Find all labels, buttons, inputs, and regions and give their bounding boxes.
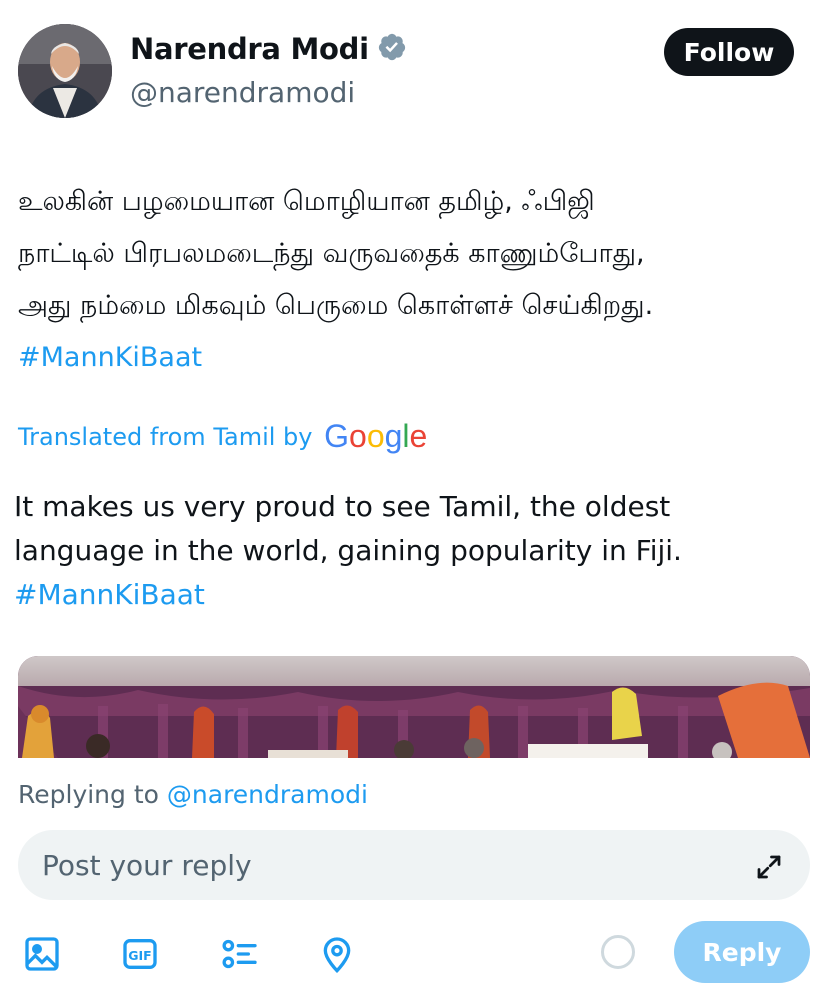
author-handle[interactable]: @narendramodi — [130, 76, 355, 109]
translation-line: language in the world, gaining popularit… — [14, 534, 682, 567]
tweet-text-translation: It makes us very proud to see Tamil, the… — [14, 485, 814, 617]
tweet-line: உலகின் பழமையான மொழியான தமிழ், ஃபிஜி — [18, 186, 595, 217]
tweet-header: Narendra Modi @narendramodi Follow — [0, 0, 828, 140]
translation-attribution[interactable]: Translated from Tamil by Google — [18, 418, 427, 458]
replying-to-handle[interactable]: @narendramodi — [167, 780, 368, 809]
expand-icon[interactable] — [754, 852, 784, 882]
image-icon[interactable] — [22, 934, 62, 974]
tweet-media-image[interactable] — [18, 656, 810, 758]
reply-button[interactable]: Reply — [674, 921, 810, 983]
character-counter — [601, 935, 635, 969]
tweet-line: நாட்டில் பிரபலமடைந்து வருவதைக் காணும்போத… — [18, 238, 645, 269]
reply-composer: Replying to @narendramodi Post your repl… — [0, 758, 828, 1004]
author-avatar[interactable] — [18, 24, 112, 118]
author-name[interactable]: Narendra Modi — [130, 32, 407, 66]
tweet-text-tamil: உலகின் பழமையான மொழியான தமிழ், ஃபிஜி நாட்… — [18, 176, 818, 384]
follow-button[interactable]: Follow — [664, 28, 794, 76]
svg-text:GIF: GIF — [128, 948, 151, 963]
hashtag-link[interactable]: #MannKiBaat — [14, 573, 814, 617]
gif-icon[interactable]: GIF — [120, 934, 160, 974]
translation-line: It makes us very proud to see Tamil, the… — [14, 490, 671, 523]
location-icon[interactable] — [317, 934, 357, 974]
poll-icon[interactable] — [220, 934, 260, 974]
google-logo: Google — [324, 418, 428, 454]
tweet-line: அது நம்மை மிகவும் பெருமை கொள்ளச் செய்கிற… — [18, 290, 654, 321]
reply-placeholder: Post your reply — [42, 849, 252, 882]
reply-input[interactable]: Post your reply — [18, 830, 810, 900]
verified-badge-icon — [378, 33, 405, 61]
replying-to: Replying to @narendramodi — [18, 780, 368, 809]
hashtag-link[interactable]: #MannKiBaat — [18, 332, 818, 384]
